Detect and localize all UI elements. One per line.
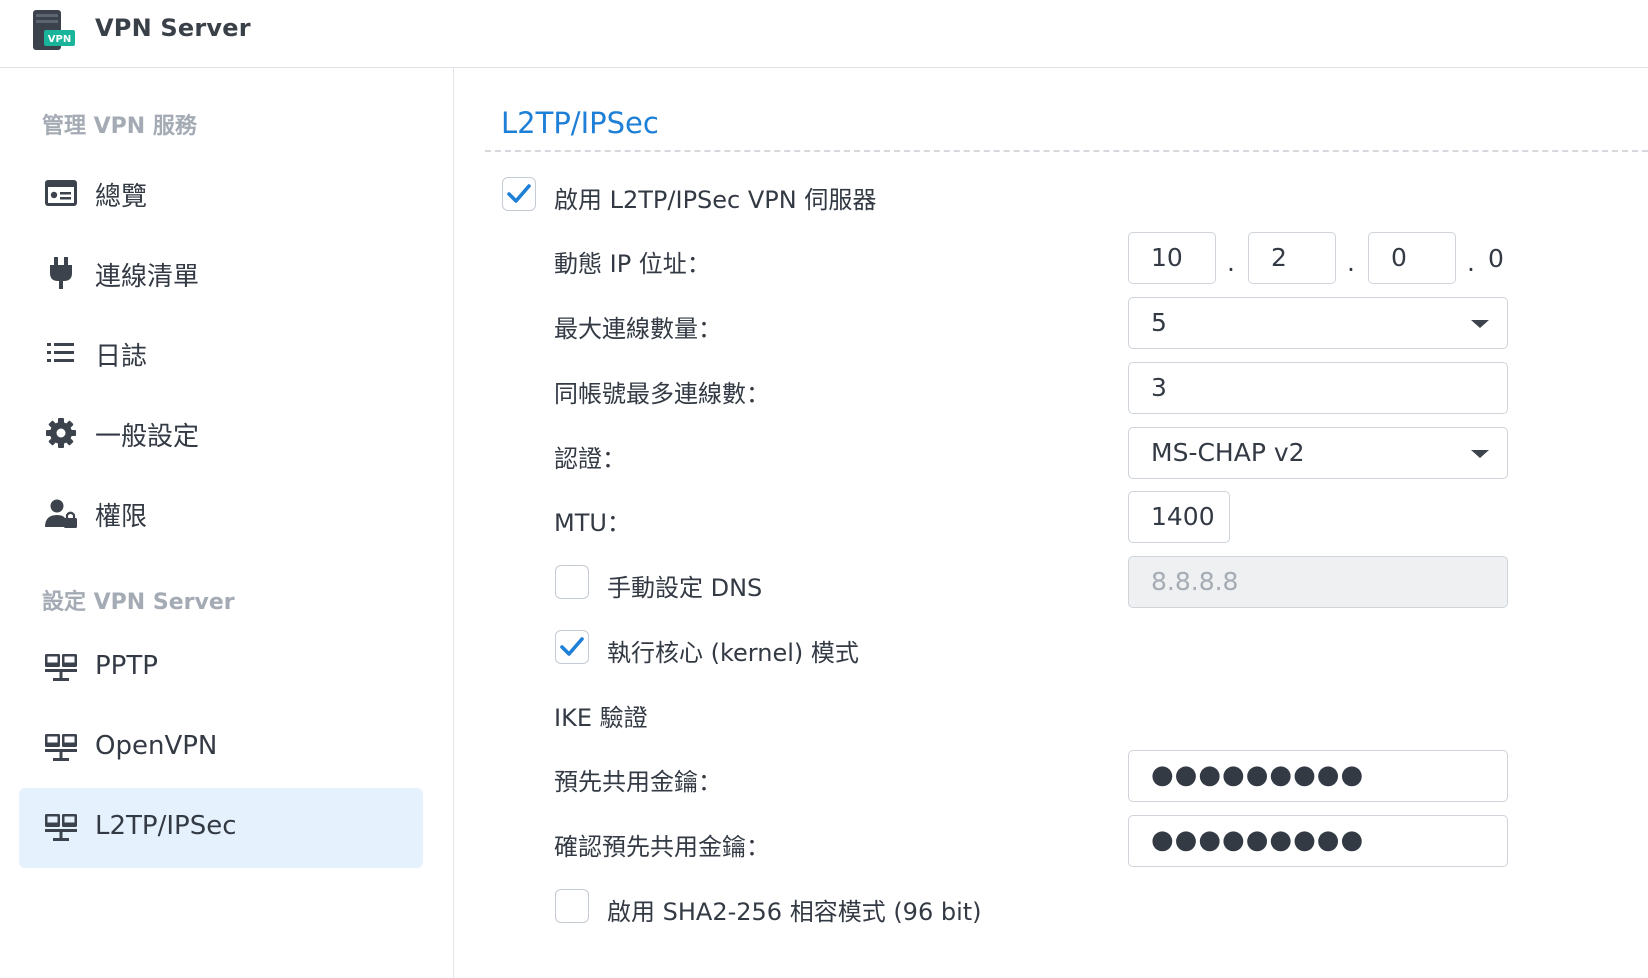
- sidebar-item-pptp[interactable]: PPTP: [19, 628, 423, 708]
- enable-server-checkbox[interactable]: [502, 177, 536, 211]
- sidebar-item-label: 權限: [95, 502, 148, 532]
- network-icon: [44, 732, 78, 764]
- gear-icon: [44, 417, 78, 449]
- chevron-down-icon: [1471, 320, 1489, 328]
- max-per-account-input[interactable]: 3: [1128, 362, 1508, 414]
- max-connections-select[interactable]: 5: [1128, 297, 1508, 349]
- user-lock-icon: [44, 497, 78, 529]
- ip-octet-3-input[interactable]: 0: [1368, 232, 1456, 284]
- psk-confirm-label: 確認預先共用金鑰：: [554, 833, 770, 861]
- manual-dns-label: 手動設定 DNS: [607, 574, 763, 602]
- max-connections-label: 最大連線數量：: [554, 315, 722, 343]
- sidebar: 管理 VPN 服務 總覽 連線清單 日誌 一般設定 權限 設定 VPN Serv…: [0, 68, 454, 978]
- sidebar-item-label: OpenVPN: [95, 731, 218, 761]
- ip-octet-1-input[interactable]: 10: [1128, 232, 1216, 284]
- sidebar-item-openvpn[interactable]: OpenVPN: [19, 708, 423, 788]
- svg-text:VPN: VPN: [48, 34, 71, 45]
- checkmark-icon: [507, 184, 531, 203]
- sidebar-item-label: 總覽: [95, 182, 148, 212]
- max-connections-value: 5: [1151, 308, 1167, 337]
- page-title: L2TP/IPSec: [501, 106, 659, 140]
- network-icon: [44, 652, 78, 684]
- sidebar-item-label: 日誌: [95, 342, 148, 372]
- psk-label: 預先共用金鑰：: [554, 768, 722, 796]
- sidebar-item-label: 連線清單: [95, 262, 200, 292]
- ip-octet-2-input[interactable]: 2: [1248, 232, 1336, 284]
- sidebar-item-general-settings[interactable]: 一般設定: [19, 393, 423, 473]
- ip-dot: .: [1227, 248, 1235, 277]
- dynamic-ip-label: 動態 IP 位址：: [554, 250, 711, 278]
- auth-select[interactable]: MS-CHAP v2: [1128, 427, 1508, 479]
- sidebar-item-overview[interactable]: 總覽: [19, 153, 423, 233]
- sidebar-item-l2tp-ipsec[interactable]: L2TP/IPSec: [19, 788, 423, 868]
- auth-value: MS-CHAP v2: [1151, 438, 1305, 467]
- settings-panel: L2TP/IPSec 啟用 L2TP/IPSec VPN 伺服器 動態 IP 位…: [455, 68, 1648, 978]
- ike-auth-heading: IKE 驗證: [554, 704, 648, 732]
- divider: [485, 150, 1648, 152]
- sidebar-item-privileges[interactable]: 權限: [19, 473, 423, 553]
- kernel-mode-label: 執行核心 (kernel) 模式: [607, 639, 859, 667]
- plug-icon: [44, 257, 78, 289]
- mtu-label: MTU：: [554, 509, 631, 537]
- vpn-server-app-icon: VPN: [30, 8, 78, 52]
- psk-input[interactable]: ●●●●●●●●●: [1128, 750, 1508, 802]
- checkmark-icon: [560, 637, 584, 656]
- kernel-mode-checkbox[interactable]: [555, 630, 589, 664]
- list-icon: [44, 337, 78, 369]
- overview-card-icon: [44, 177, 78, 209]
- sidebar-section-manage: 管理 VPN 服務: [42, 114, 197, 139]
- sidebar-section-config: 設定 VPN Server: [42, 590, 235, 615]
- sha2-compat-checkbox[interactable]: [555, 889, 589, 923]
- manual-dns-checkbox[interactable]: [555, 565, 589, 599]
- dns-server-input[interactable]: 8.8.8.8: [1128, 556, 1508, 608]
- enable-server-label: 啟用 L2TP/IPSec VPN 伺服器: [554, 186, 877, 214]
- psk-confirm-input[interactable]: ●●●●●●●●●: [1128, 815, 1508, 867]
- sidebar-item-label: 一般設定: [95, 422, 200, 452]
- chevron-down-icon: [1471, 450, 1489, 458]
- app-title: VPN Server: [95, 14, 251, 42]
- ip-octet-4-value: 0: [1488, 244, 1504, 273]
- app-header: VPN VPN Server: [0, 0, 1648, 68]
- network-icon: [44, 812, 78, 844]
- auth-label: 認證：: [554, 445, 626, 473]
- ip-dot: .: [1347, 248, 1355, 277]
- sidebar-item-log[interactable]: 日誌: [19, 313, 423, 393]
- max-per-account-label: 同帳號最多連線數：: [554, 380, 770, 408]
- mtu-input[interactable]: 1400: [1128, 491, 1230, 543]
- sidebar-item-label: PPTP: [95, 651, 158, 681]
- sidebar-item-label: L2TP/IPSec: [95, 811, 237, 841]
- sha2-compat-label: 啟用 SHA2-256 相容模式 (96 bit): [607, 898, 982, 926]
- sidebar-item-connection-list[interactable]: 連線清單: [19, 233, 423, 313]
- ip-dot: .: [1467, 248, 1475, 277]
